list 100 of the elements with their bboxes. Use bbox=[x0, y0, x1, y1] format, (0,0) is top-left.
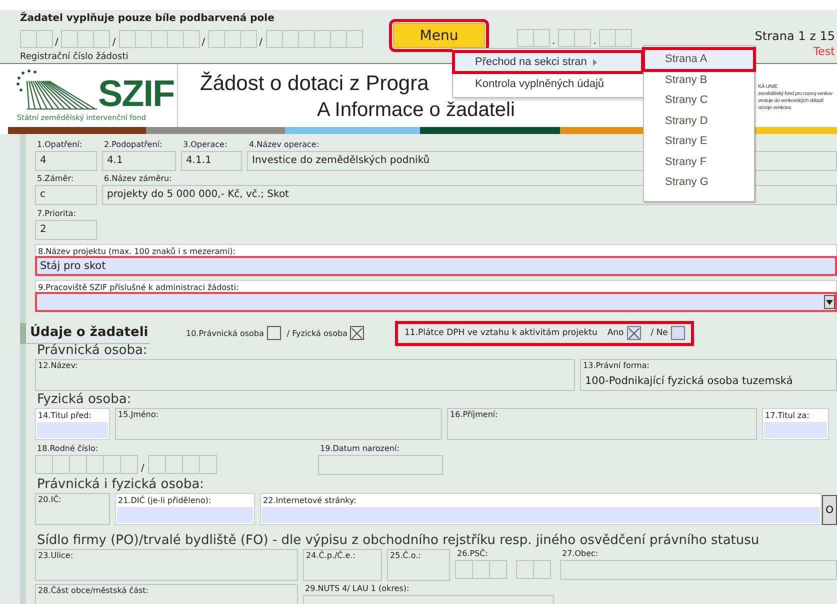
menu-item[interactable]: Kontrola vyplněných údajů bbox=[453, 73, 643, 95]
field-label: 17.Titul za: bbox=[764, 410, 810, 421]
menu-item[interactable]: Strany F bbox=[644, 152, 754, 172]
digit-field[interactable] bbox=[517, 29, 534, 47]
digit-field[interactable] bbox=[330, 30, 346, 48]
digit-field[interactable] bbox=[182, 30, 200, 48]
digit-field[interactable] bbox=[103, 455, 121, 474]
digit-field[interactable] bbox=[346, 30, 362, 48]
field-label: 6.Název záměru: bbox=[103, 174, 172, 184]
field-label: 4.Název operace: bbox=[248, 140, 320, 150]
digit-field[interactable] bbox=[533, 560, 551, 579]
digit-field[interactable] bbox=[224, 30, 242, 48]
digit-field[interactable] bbox=[533, 29, 550, 47]
digit-field[interactable] bbox=[148, 455, 166, 474]
field-label: 24.Č.p./Č.e.: bbox=[305, 551, 356, 561]
digit-field[interactable] bbox=[208, 30, 226, 48]
menu-item[interactable]: Strany E bbox=[644, 131, 754, 152]
digit-field[interactable] bbox=[165, 455, 184, 474]
digit-field[interactable] bbox=[574, 29, 592, 47]
field-label: 2.Podopatření: bbox=[103, 140, 162, 150]
input-field[interactable]: Stáj pro skot bbox=[37, 258, 835, 274]
menu-item[interactable]: Přechod na sekci stran bbox=[453, 51, 643, 73]
field-label: 21.DIČ (je-li přiděleno): bbox=[117, 495, 212, 506]
readonly-field: 4.1 bbox=[102, 151, 176, 171]
digit-field[interactable] bbox=[61, 30, 78, 48]
field-label: 11.Plátce DPH ve vztahu k aktivitám projektu bbox=[404, 328, 598, 338]
menu-item[interactable]: Strany D bbox=[644, 110, 754, 131]
digit-field[interactable] bbox=[86, 455, 104, 474]
field-label: 20.IČ: bbox=[37, 495, 62, 505]
digit-field[interactable] bbox=[77, 30, 94, 48]
field-label: 29.NUTS 4/ LAU 1 (okres): bbox=[304, 584, 410, 594]
field-label: 16.Příjmení: bbox=[449, 410, 498, 420]
caret-icon bbox=[826, 300, 833, 304]
readonly-field: c bbox=[35, 185, 97, 205]
digit-field[interactable] bbox=[36, 30, 53, 48]
field-stars-icon bbox=[15, 69, 97, 111]
digit-field[interactable] bbox=[134, 30, 152, 48]
input-field[interactable] bbox=[262, 507, 820, 523]
field-label: 22.Internetové stránky: bbox=[262, 495, 356, 506]
checkbox[interactable] bbox=[670, 326, 685, 340]
digit-field[interactable] bbox=[489, 560, 507, 579]
input-field[interactable] bbox=[117, 507, 253, 523]
digit-field[interactable] bbox=[240, 30, 258, 48]
digit-field[interactable] bbox=[266, 30, 282, 48]
digit-field[interactable] bbox=[20, 30, 37, 48]
mode-label: Test bbox=[812, 44, 835, 60]
open-button[interactable]: O bbox=[822, 495, 837, 525]
digit-field[interactable] bbox=[118, 30, 136, 48]
checkbox[interactable] bbox=[350, 326, 364, 340]
digit-field[interactable] bbox=[166, 30, 184, 48]
digit-field[interactable] bbox=[298, 30, 314, 48]
digit-field[interactable] bbox=[35, 455, 53, 474]
input-field[interactable] bbox=[764, 422, 827, 438]
digit-field[interactable] bbox=[472, 560, 490, 579]
digit-field[interactable] bbox=[182, 455, 200, 474]
section-heading: Sídlo firmy (PO)/trvalé bydliště (FO) - dle výpisu z obchodního rejstříku resp. jiného osvědčení právního statusu bbox=[36, 534, 760, 548]
digit-field[interactable] bbox=[282, 30, 298, 48]
form-subtitle: A Informace o žadateli bbox=[317, 99, 515, 122]
dropdown-button[interactable] bbox=[824, 295, 835, 309]
menu-item[interactable]: Strany C bbox=[644, 90, 754, 110]
digit-field[interactable] bbox=[93, 30, 110, 48]
digit-field[interactable] bbox=[516, 560, 534, 579]
section-title: Údaje o žadateli bbox=[20, 322, 150, 344]
separator: / bbox=[202, 37, 206, 48]
field-label: 14.Titul před: bbox=[37, 410, 92, 421]
digit-field[interactable] bbox=[69, 455, 87, 474]
readonly-field: 2 bbox=[35, 220, 97, 240]
checkbox[interactable] bbox=[266, 326, 281, 340]
digit-field[interactable] bbox=[314, 30, 330, 48]
registration-label: Registrační číslo žádosti bbox=[20, 52, 130, 62]
digit-field[interactable] bbox=[615, 29, 632, 47]
separator: . bbox=[593, 36, 596, 47]
input-field[interactable] bbox=[37, 422, 108, 438]
menu-item[interactable]: Strana A bbox=[644, 49, 754, 70]
field-label: 28.Část obce/městská část: bbox=[37, 586, 148, 596]
field-label: 5.Záměr: bbox=[36, 174, 74, 184]
digit-field[interactable] bbox=[558, 29, 576, 47]
logo-text: SZIF bbox=[98, 77, 174, 111]
digit-field[interactable] bbox=[455, 560, 473, 579]
field-label: 7.Priorita: bbox=[36, 209, 76, 219]
digit-field[interactable] bbox=[199, 455, 218, 474]
field-label: 23.Ulice: bbox=[37, 551, 74, 561]
field-label: 3.Operace: bbox=[182, 140, 228, 150]
digit-field[interactable] bbox=[150, 30, 168, 48]
checkbox[interactable] bbox=[626, 326, 641, 340]
digit-field[interactable] bbox=[52, 455, 70, 474]
readonly-field: 4.1.1 bbox=[181, 151, 242, 171]
page-indicator: Strana 1 z 15 bbox=[754, 28, 835, 44]
dropdown-field[interactable] bbox=[37, 294, 835, 310]
digit-field[interactable] bbox=[599, 29, 616, 47]
digit-field[interactable] bbox=[120, 455, 138, 474]
section-heading: Právnická i fyzická osoba: bbox=[36, 478, 206, 492]
menu-item[interactable]: Strany B bbox=[644, 70, 754, 90]
section-heading: Fyzická osoba: bbox=[36, 393, 132, 407]
field-label: 18.Rodné číslo: bbox=[36, 444, 98, 454]
form-title: Žádost o dotaci z Progra bbox=[200, 72, 429, 96]
field-label: 26.PSČ: bbox=[456, 549, 488, 559]
field-label: 13.Právní forma: bbox=[582, 361, 650, 371]
separator: / bbox=[141, 463, 144, 474]
field-label: 1.Opatření: bbox=[36, 140, 82, 150]
